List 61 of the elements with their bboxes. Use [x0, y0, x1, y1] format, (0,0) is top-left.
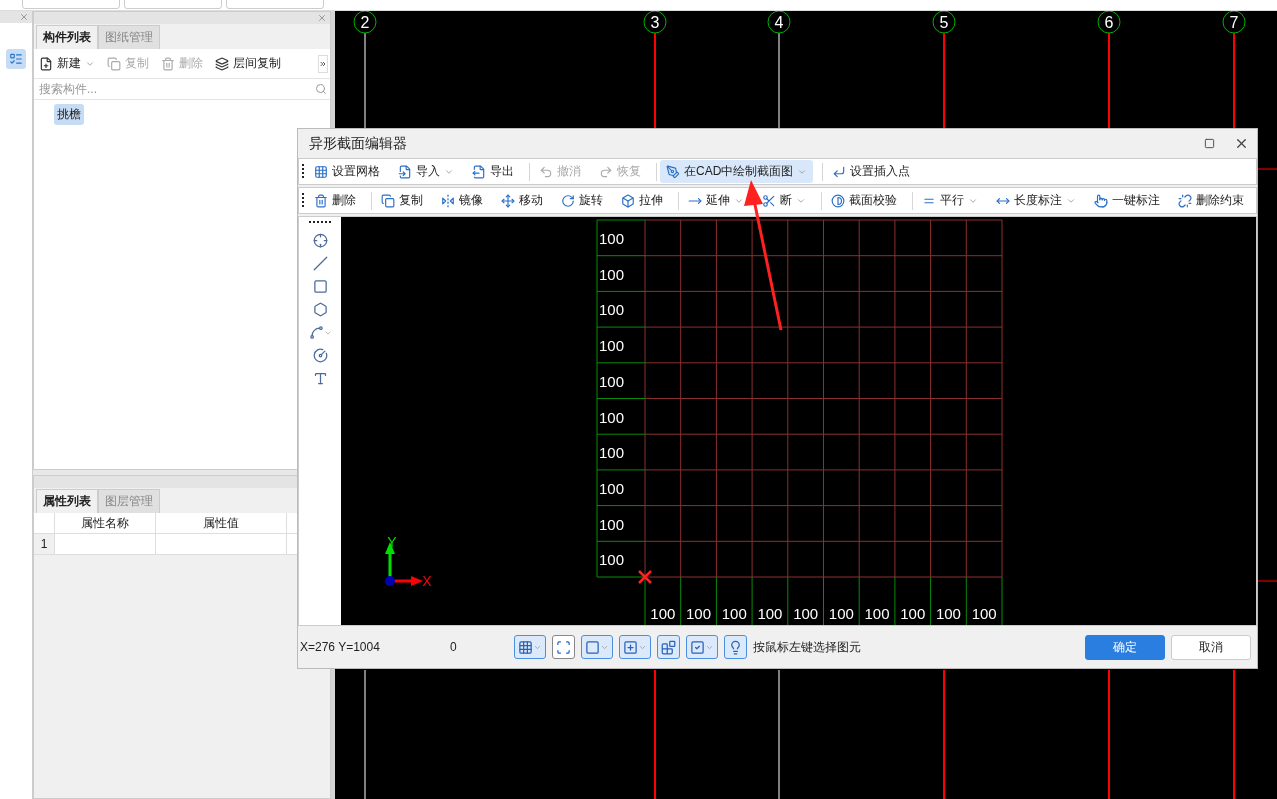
- dimension-label: 100: [864, 605, 890, 622]
- toolbar-button[interactable]: 层间复制: [212, 52, 284, 75]
- axis-label: 6: [1104, 14, 1114, 31]
- panel-tab[interactable]: 构件列表: [36, 25, 98, 49]
- toolbar-button[interactable]: 删除约束: [1172, 189, 1250, 212]
- row-number: 1: [34, 534, 55, 556]
- dimension-label: 100: [599, 479, 625, 497]
- dimension-label: 100: [828, 605, 854, 622]
- toolbar-button[interactable]: 设置插入点: [826, 160, 917, 183]
- toolbar-button[interactable]: 镜像: [435, 189, 489, 212]
- toolbar-button[interactable]: 导入: [392, 160, 460, 183]
- axis-label: 3: [650, 14, 660, 31]
- axis-label: 2: [360, 14, 370, 31]
- confirm-button[interactable]: 确定: [1085, 634, 1165, 660]
- toolbar-button[interactable]: 导出: [466, 160, 520, 183]
- column-header: 属性名称: [55, 513, 156, 535]
- column-header: 属性值: [156, 513, 287, 535]
- toolbar-button[interactable]: 复制: [375, 189, 429, 212]
- axis-label: 4: [774, 14, 784, 31]
- cancel-button[interactable]: 取消: [1171, 634, 1251, 660]
- dimension-label: 100: [599, 408, 625, 426]
- dimension-label: 100: [971, 605, 997, 622]
- window-title: 异形截面编辑器: [309, 134, 408, 153]
- dimension-label: 100: [599, 515, 625, 533]
- toolbar-button[interactable]: 一键标注: [1088, 189, 1166, 212]
- axis-label: 5: [939, 14, 949, 31]
- dimension-label: 100: [599, 372, 625, 390]
- dimension-label: 100: [793, 605, 819, 622]
- panel-tab[interactable]: 属性列表: [36, 489, 98, 514]
- dimension-label: 100: [599, 337, 625, 355]
- y-axis-label: Y: [387, 534, 397, 550]
- toolbar-button[interactable]: 长度标注: [990, 189, 1082, 212]
- status-hint: 按鼠标左键选择图元: [753, 638, 862, 656]
- toolbar-button[interactable]: 移动: [495, 189, 549, 212]
- status-value: 0: [450, 640, 458, 654]
- coordinates-readout: X=276 Y=1004: [300, 640, 381, 654]
- tree-item[interactable]: 挑檐: [54, 104, 84, 125]
- dimension-label: 100: [686, 605, 712, 622]
- toolbar-button[interactable]: 删除: [308, 189, 362, 212]
- dimension-label: 100: [599, 265, 625, 283]
- search-field[interactable]: 搜索构件...: [37, 81, 315, 97]
- dimension-label: 100: [599, 301, 625, 319]
- dimension-label: 100: [650, 605, 676, 622]
- dimension-label: 100: [599, 444, 625, 462]
- toolbar-button[interactable]: 截面校验: [825, 189, 903, 212]
- dimension-label: 100: [900, 605, 926, 622]
- dimension-label: 100: [599, 551, 625, 569]
- dimension-label: 100: [757, 605, 783, 622]
- toolbar-button[interactable]: 在CAD中绘制截面图: [660, 160, 814, 183]
- toolbar-button[interactable]: 延伸: [682, 189, 750, 212]
- toolbar-button[interactable]: 旋转: [555, 189, 609, 212]
- toolbar-button[interactable]: 断: [756, 189, 812, 212]
- dimension-label: 100: [935, 605, 961, 622]
- toolbar-button[interactable]: 新建: [36, 52, 98, 75]
- x-axis-label: X: [422, 573, 432, 589]
- dimension-label: 100: [599, 230, 625, 247]
- toolbar-button[interactable]: 设置网格: [308, 160, 386, 183]
- toolbar-button[interactable]: 平行: [916, 189, 984, 212]
- axis-label: 7: [1229, 14, 1239, 31]
- toolbar-button[interactable]: 拉伸: [615, 189, 669, 212]
- dimension-label: 100: [721, 605, 747, 622]
